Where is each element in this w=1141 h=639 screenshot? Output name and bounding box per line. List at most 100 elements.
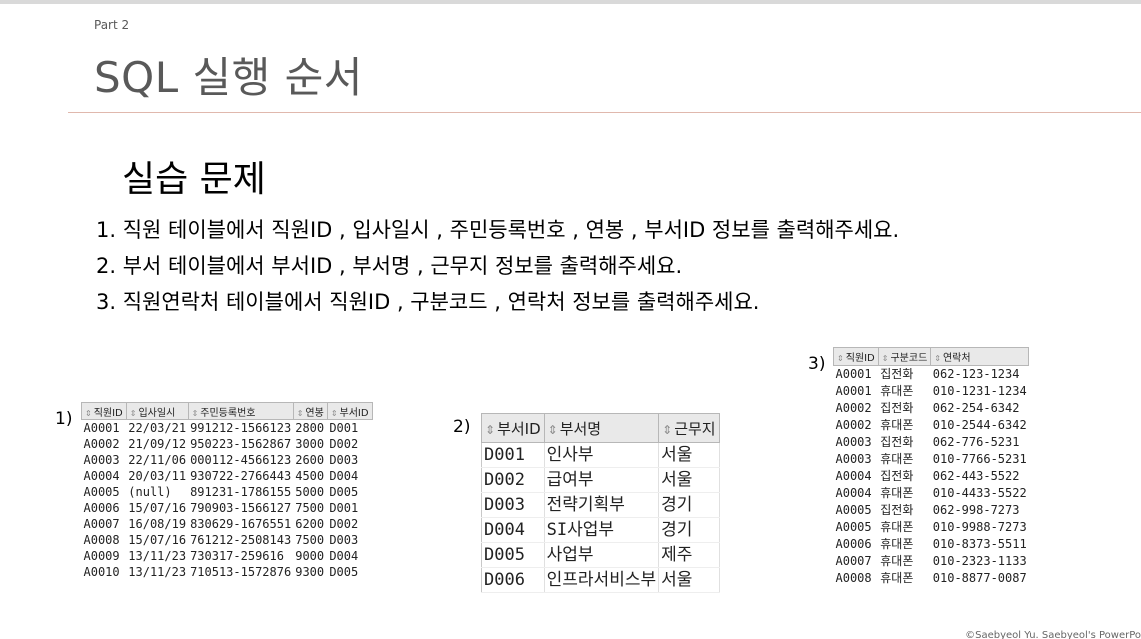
table-cell: 2800 bbox=[295, 421, 325, 435]
table-cell: D006 bbox=[481, 567, 545, 593]
table-cell: 950223-1562867 bbox=[190, 437, 292, 451]
column-header[interactable]: ⇕ 근무지 bbox=[658, 413, 720, 443]
column-header[interactable]: ⇕ 연봉 bbox=[292, 402, 328, 420]
table-cell: 집전화 bbox=[880, 435, 914, 449]
table-row: A0003 휴대폰 010-7766-5231 bbox=[834, 451, 1029, 468]
table-row: A0003 집전화 062-776-5231 bbox=[834, 434, 1029, 451]
table-cell: 010-1231-1234 bbox=[932, 384, 1027, 398]
table2-label: 2) bbox=[453, 417, 471, 437]
column-header[interactable]: ⇕ 입사일시 bbox=[125, 402, 189, 420]
table-cell: 9300 bbox=[295, 565, 325, 579]
column-header[interactable]: ⇕ 부서ID bbox=[326, 402, 373, 420]
table-cell: 010-2544-6342 bbox=[932, 418, 1027, 432]
table-row: A0010 13/11/23 710513-1572876 9300 D005 bbox=[82, 564, 373, 580]
table-cell: 000112-4566123 bbox=[190, 453, 292, 467]
table-cell: 062-123-1234 bbox=[932, 367, 1020, 381]
table-cell: 062-776-5231 bbox=[932, 435, 1020, 449]
column-header[interactable]: ⇕ 연락처 bbox=[930, 347, 1030, 366]
sort-icon: ⇕ bbox=[934, 354, 941, 363]
table-cell: D005 bbox=[481, 542, 545, 568]
table-cell: 휴대폰 bbox=[880, 520, 914, 534]
table-row: A0006 휴대폰 010-8373-5511 bbox=[834, 536, 1029, 553]
column-header-label: 연봉 bbox=[305, 407, 324, 419]
table-row: A0007 16/08/19 830629-1676551 6200 D002 bbox=[82, 516, 373, 532]
table-cell: 6200 bbox=[295, 517, 325, 531]
table-cell: A0001 bbox=[83, 421, 120, 435]
table-row: D004 SI사업부 경기 bbox=[481, 517, 720, 543]
table-row: A0007 휴대폰 010-2323-1133 bbox=[834, 553, 1029, 570]
table-cell: A0007 bbox=[83, 517, 120, 531]
column-header[interactable]: ⇕ 부서ID bbox=[481, 413, 545, 443]
table-row: D002 급여부 서울 bbox=[481, 467, 720, 493]
table1-label: 1) bbox=[55, 409, 73, 429]
column-header[interactable]: ⇕ 부서명 bbox=[543, 413, 660, 443]
table-cell: D004 bbox=[329, 469, 359, 483]
table-cell: A0008 bbox=[83, 533, 120, 547]
table-row: A0008 15/07/16 761212-2508143 7500 D003 bbox=[82, 532, 373, 548]
column-header[interactable]: ⇕ 구분코드 bbox=[877, 347, 932, 366]
table-cell: A0004 bbox=[83, 469, 120, 483]
task-list: 1. 직원 테이블에서 직원ID , 입사일시 , 주민등록번호 , 연봉 , … bbox=[96, 212, 899, 320]
sort-icon: ⇕ bbox=[837, 354, 844, 363]
sort-icon: ⇕ bbox=[485, 422, 496, 437]
table-cell: 062-443-5522 bbox=[932, 469, 1020, 483]
table-cell: A0010 bbox=[83, 565, 120, 579]
table-cell: 휴대폰 bbox=[880, 554, 914, 568]
column-header-label: 부서ID bbox=[497, 419, 541, 438]
table-cell: 891231-1786155 bbox=[190, 485, 292, 499]
table-row: A0003 22/11/06 000112-4566123 2600 D003 bbox=[82, 452, 373, 468]
table-cell: D004 bbox=[329, 549, 359, 563]
table-cell: D002 bbox=[481, 467, 545, 493]
table-cell: D003 bbox=[329, 453, 359, 467]
table-cell: A0006 bbox=[835, 537, 872, 551]
sort-icon: ⇕ bbox=[547, 422, 558, 437]
table-cell: D001 bbox=[481, 442, 545, 468]
table-cell: SI사업부 bbox=[544, 517, 660, 543]
table-cell: A0005 bbox=[835, 520, 872, 534]
slide-title: SQL 실행 순서 bbox=[94, 53, 363, 102]
table-row: A0001 22/03/21 991212-1566123 2800 D001 bbox=[82, 420, 373, 437]
table-cell: 13/11/23 bbox=[128, 565, 187, 579]
table-cell: 15/07/16 bbox=[128, 533, 187, 547]
sort-icon: ⇕ bbox=[296, 408, 304, 418]
column-header-label: 근무지 bbox=[674, 419, 716, 438]
table-cell: D002 bbox=[329, 517, 359, 531]
table-cell: 16/08/19 bbox=[128, 517, 187, 531]
table-cell: 4500 bbox=[295, 469, 325, 483]
table-cell: D005 bbox=[329, 485, 359, 499]
table-cell: D004 bbox=[481, 517, 545, 543]
column-header-label: 직원ID bbox=[845, 353, 875, 364]
column-header[interactable]: ⇕ 직원ID bbox=[81, 402, 127, 420]
table-cell: A0005 bbox=[83, 485, 120, 499]
employee-table: ⇕ 직원ID ⇕ 입사일시 ⇕ 주민등록번호 ⇕ 연봉 ⇕ 부서ID A0001 22/03/21 99… bbox=[81, 402, 373, 580]
column-header-label: 직원ID bbox=[93, 407, 123, 419]
table-cell: 010-7766-5231 bbox=[932, 452, 1027, 466]
sort-icon: ⇕ bbox=[330, 408, 338, 418]
table-cell: D005 bbox=[329, 565, 359, 579]
table-cell: 991212-1566123 bbox=[190, 421, 292, 435]
table-cell: 930722-2766443 bbox=[190, 469, 292, 483]
table-cell: 휴대폰 bbox=[880, 452, 914, 466]
table-cell: 집전화 bbox=[880, 367, 914, 381]
table-cell: 062-254-6342 bbox=[932, 401, 1020, 415]
table-cell: 13/11/23 bbox=[128, 549, 187, 563]
column-header-label: 부서명 bbox=[559, 419, 602, 438]
column-header[interactable]: ⇕ 주민등록번호 bbox=[187, 402, 294, 420]
table-row: A0004 집전화 062-443-5522 bbox=[834, 468, 1029, 485]
table-row: A0005 집전화 062-998-7273 bbox=[834, 502, 1029, 519]
table-cell: 집전화 bbox=[880, 469, 914, 483]
table-cell: 15/07/16 bbox=[128, 501, 187, 515]
table-cell: 21/09/12 bbox=[128, 437, 187, 451]
title-divider bbox=[68, 112, 1141, 113]
table-cell: 휴대폰 bbox=[880, 537, 914, 551]
table-row: D006 인프라서비스부 서울 bbox=[481, 567, 720, 593]
sort-icon: ⇕ bbox=[129, 408, 137, 418]
column-header[interactable]: ⇕ 직원ID bbox=[833, 347, 879, 366]
table-cell: 사업부 bbox=[544, 542, 660, 568]
table-cell: 2600 bbox=[295, 453, 325, 467]
table-cell: A0002 bbox=[835, 418, 872, 432]
table-row: D003 전략기획부 경기 bbox=[481, 492, 720, 518]
copyright-footer: ©Saebyeol Yu. Saebyeol's PowerPo bbox=[965, 630, 1141, 639]
table-row: A0002 휴대폰 010-2544-6342 bbox=[834, 417, 1029, 434]
department-table: ⇕ 부서ID ⇕ 부서명 ⇕ 근무지 D001 인사부 서울 D002 급여부 서울 D003 전략기획부… bbox=[481, 413, 720, 593]
